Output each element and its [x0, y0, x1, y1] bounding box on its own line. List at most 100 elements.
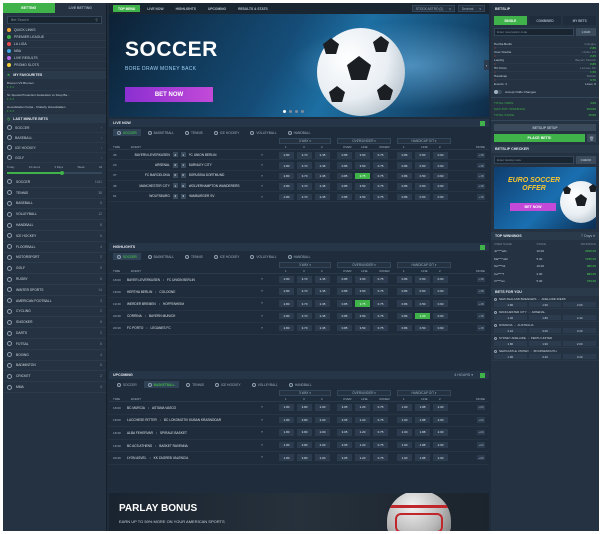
tab-betting[interactable]: BETTING [3, 3, 55, 13]
banner-next-arrow[interactable]: › [484, 60, 489, 70]
favourite-item[interactable]: NL Special Protection Federation vs Soup… [3, 91, 106, 103]
more-markets-button[interactable]: +18 [477, 162, 485, 169]
up-filter[interactable]: 4 HOURS ▾ [454, 373, 473, 377]
odds-button[interactable]: 0.86 [397, 183, 412, 190]
sport-filter-chip[interactable]: VOLLEYBALL [246, 129, 280, 136]
euro-soccer-promo[interactable]: EURO SOCCER OFFER BET NOW [494, 167, 596, 229]
sport-filter-chip[interactable]: HANDBALL [285, 381, 316, 388]
odds-button[interactable]: 2.40 [563, 315, 597, 320]
sport-item[interactable]: CRICKET 2 [3, 371, 106, 383]
odds-button[interactable]: 2.00 [563, 341, 597, 346]
odds-button[interactable]: 0.60 [433, 172, 448, 180]
winnings-period-select[interactable]: 7 Days ▾ [581, 234, 595, 238]
odds-button[interactable]: 1.00 [397, 404, 412, 411]
odds-button[interactable]: 3.70 [297, 193, 312, 201]
tab-combined[interactable]: COMBINED [528, 16, 562, 25]
odds-button[interactable]: 2.80 [279, 312, 294, 320]
match-teams[interactable]: BAYER LEVERKUSEN • FC UNION BERLIN [127, 278, 247, 282]
odds-button[interactable]: 0.86 [397, 324, 412, 332]
odds-button[interactable]: 2.45 [315, 172, 330, 180]
odds-button[interactable]: 0.86 [397, 172, 412, 180]
odds-button[interactable]: 0.50 [415, 288, 430, 295]
match-teams[interactable]: WOLFSBURG 2 3 HAMBURGER SV [127, 193, 247, 199]
odds-format-select[interactable]: STOCK ASTRO (2) ▾ [411, 5, 455, 12]
odds-button[interactable]: 0.75 [373, 152, 388, 159]
lastminute-item[interactable]: BASEBALL › [3, 133, 106, 143]
sport-item[interactable]: FUTSAL 6 [3, 339, 106, 350]
pager-dot[interactable] [295, 110, 298, 113]
odds-button[interactable]: 1.80 [279, 429, 294, 436]
odds-button[interactable]: 0.75 [373, 300, 388, 307]
stats-icon[interactable]: ≡ [261, 455, 263, 459]
time-slider[interactable] [7, 170, 102, 175]
odds-button[interactable]: 2.45 [315, 312, 330, 320]
odds-button[interactable]: 2.45 [315, 324, 330, 332]
more-markets-button[interactable]: +24 [477, 429, 485, 436]
odds-button[interactable]: 1.88 [415, 429, 430, 436]
sport-filter-chip[interactable]: VOLLEYBALL [246, 253, 280, 260]
tab-my-bets[interactable]: MY BETS [563, 16, 597, 25]
stats-icon[interactable]: ≡ [261, 163, 263, 167]
market-select[interactable]: HANDICAP O/T ▾ [397, 390, 451, 396]
sport-item[interactable]: CYCLING 2 [3, 307, 106, 318]
odds-button[interactable]: 2.80 [279, 276, 294, 283]
time-filter-option[interactable]: Week [77, 165, 84, 169]
stats-icon[interactable]: ≡ [261, 443, 263, 447]
odds-button[interactable]: 0.85 [337, 312, 352, 320]
accept-odds-toggle[interactable] [494, 90, 502, 94]
odds-button[interactable]: 0.75 [373, 172, 388, 180]
odds-button[interactable]: 3.75 [355, 300, 370, 307]
odds-button[interactable]: 3.50 [355, 152, 370, 159]
betslip-item[interactable]: Handicap Mobile × 3.70 [494, 72, 596, 82]
more-markets-button[interactable]: +18 [477, 288, 485, 295]
odds-button[interactable]: 1.80 [528, 315, 562, 320]
odds-button[interactable]: 3.50 [355, 276, 370, 283]
match-teams[interactable]: LUCCHESE RITTER • BC LOKOMOTIV KUBAN KRASN… [127, 418, 247, 422]
sport-item[interactable]: FLOORBALL 4 [3, 242, 106, 253]
banner-bet-now-button[interactable]: BET NOW [125, 87, 213, 102]
tab-live-betting[interactable]: LIVE BETTING [55, 3, 107, 13]
more-markets-button[interactable]: +18 [477, 276, 485, 282]
stats-icon[interactable]: ≡ [261, 153, 263, 157]
odds-button[interactable]: 0.75 [373, 416, 388, 424]
odds-button[interactable]: 0.75 [373, 312, 388, 320]
match-teams[interactable]: LYON ASVEL • KK ZAGREB VALENCIA [127, 456, 247, 460]
quick-link-5[interactable]: PROMO SLOTS [3, 62, 106, 69]
match-teams[interactable]: FC PORTO • LEGANES FC [127, 326, 247, 330]
odds-button[interactable]: 0.85 [337, 288, 352, 295]
more-markets-button[interactable]: +18 [477, 152, 485, 158]
sport-item[interactable]: AMERICAN FOOTBALL 3 [3, 296, 106, 307]
match-teams[interactable]: WERDER BREMEN • HOFFENHEIM [127, 302, 247, 306]
odds-button[interactable]: 3.70 [297, 172, 312, 180]
collapse-icon[interactable] [480, 372, 485, 378]
odds-button[interactable]: 3.50 [355, 288, 370, 295]
odds-button[interactable]: 2.45 [315, 288, 330, 295]
odds-button[interactable]: 3.50 [355, 312, 370, 320]
match-teams[interactable]: FC BARCELONA 0 0 BORUSSIA DORTMUND [127, 172, 247, 178]
odds-button[interactable]: 0.60 [433, 162, 448, 169]
odds-button[interactable]: 2.80 [279, 152, 294, 159]
odds-button[interactable]: 0.50 [415, 183, 430, 190]
sport-filter-chip[interactable]: BASKETBALL [143, 381, 180, 388]
odds-button[interactable]: 0.75 [373, 193, 388, 201]
match-teams[interactable]: BAYERN LEVERKUSEN 2 1 FC UNION BERLIN [127, 152, 247, 158]
stats-icon[interactable]: ≡ [261, 184, 263, 188]
odds-button[interactable]: 2.80 [279, 172, 294, 180]
odds-button[interactable]: 1.40 [494, 315, 527, 320]
place-bets-button[interactable]: PLACE BETS! [494, 134, 585, 142]
odds-button[interactable]: 2.10 [494, 328, 527, 333]
sport-filter-chip[interactable]: HANDBALL [284, 129, 315, 136]
odds-button[interactable]: 3.50 [355, 193, 370, 201]
odds-button[interactable]: 0.75 [373, 324, 388, 332]
odds-button[interactable]: 0.75 [373, 404, 388, 411]
market-select[interactable]: OVER/UNDER ▾ [337, 138, 391, 144]
quick-link-1[interactable]: PREMIER LEAGUE [3, 34, 106, 41]
match-teams[interactable]: MANCHESTER CITY 1 0 WOLVERHAMPTON WANDERERS [127, 183, 247, 189]
odds-button[interactable]: 1.80 [494, 302, 527, 307]
stats-icon[interactable]: ≡ [261, 301, 263, 305]
betslip-item[interactable]: HC Porto Leixoes SC × 1.50 [494, 64, 596, 74]
odds-button[interactable]: 0.86 [397, 300, 412, 307]
odds-button[interactable]: 0.60 [433, 276, 448, 283]
odds-button[interactable]: 0.75 [373, 183, 388, 190]
odds-button[interactable]: 3.40 [528, 354, 562, 359]
